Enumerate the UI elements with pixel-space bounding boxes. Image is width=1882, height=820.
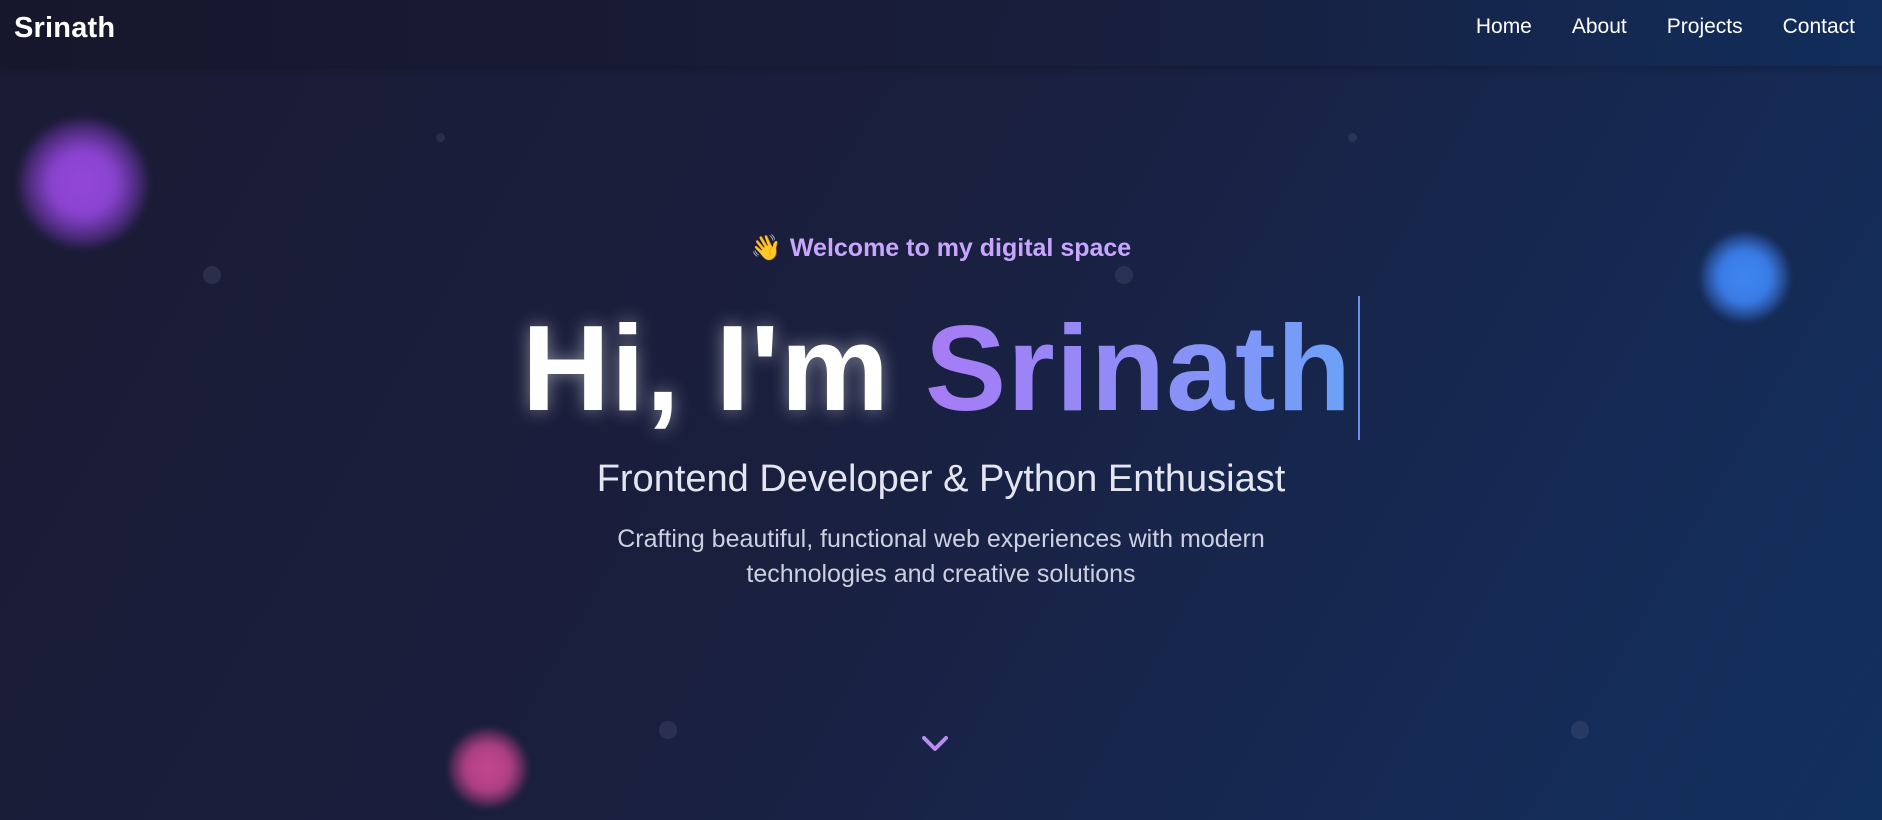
nav-link-projects[interactable]: Projects [1667, 15, 1743, 39]
nav-links: Home About Projects Contact [1476, 15, 1855, 39]
navbar: Srinath Home About Projects Contact [0, 0, 1882, 66]
hero-section: 👋 Welcome to my digital space Hi, I'm Sri… [0, 66, 1882, 820]
nav-link-about[interactable]: About [1572, 15, 1627, 39]
hero-name: Srinath [924, 300, 1353, 436]
hero-headline: Hi, I'm Srinath [0, 296, 1882, 440]
hero-subtitle: Frontend Developer & Python Enthusiast [596, 458, 1286, 500]
scroll-down-button[interactable] [918, 730, 952, 756]
welcome-tagline: 👋 Welcome to my digital space [0, 234, 1882, 263]
nav-link-contact[interactable]: Contact [1783, 15, 1855, 39]
welcome-text: Welcome to my digital space [789, 234, 1132, 262]
chevron-down-icon [922, 736, 948, 751]
typing-caret [1358, 296, 1361, 440]
nav-link-home[interactable]: Home [1476, 15, 1532, 39]
hero-greeting: Hi, I'm [521, 300, 925, 436]
brand-logo[interactable]: Srinath [14, 12, 115, 45]
waving-hand-icon: 👋 [750, 234, 782, 262]
hero-description: Crafting beautiful, functional web exper… [617, 525, 1265, 588]
